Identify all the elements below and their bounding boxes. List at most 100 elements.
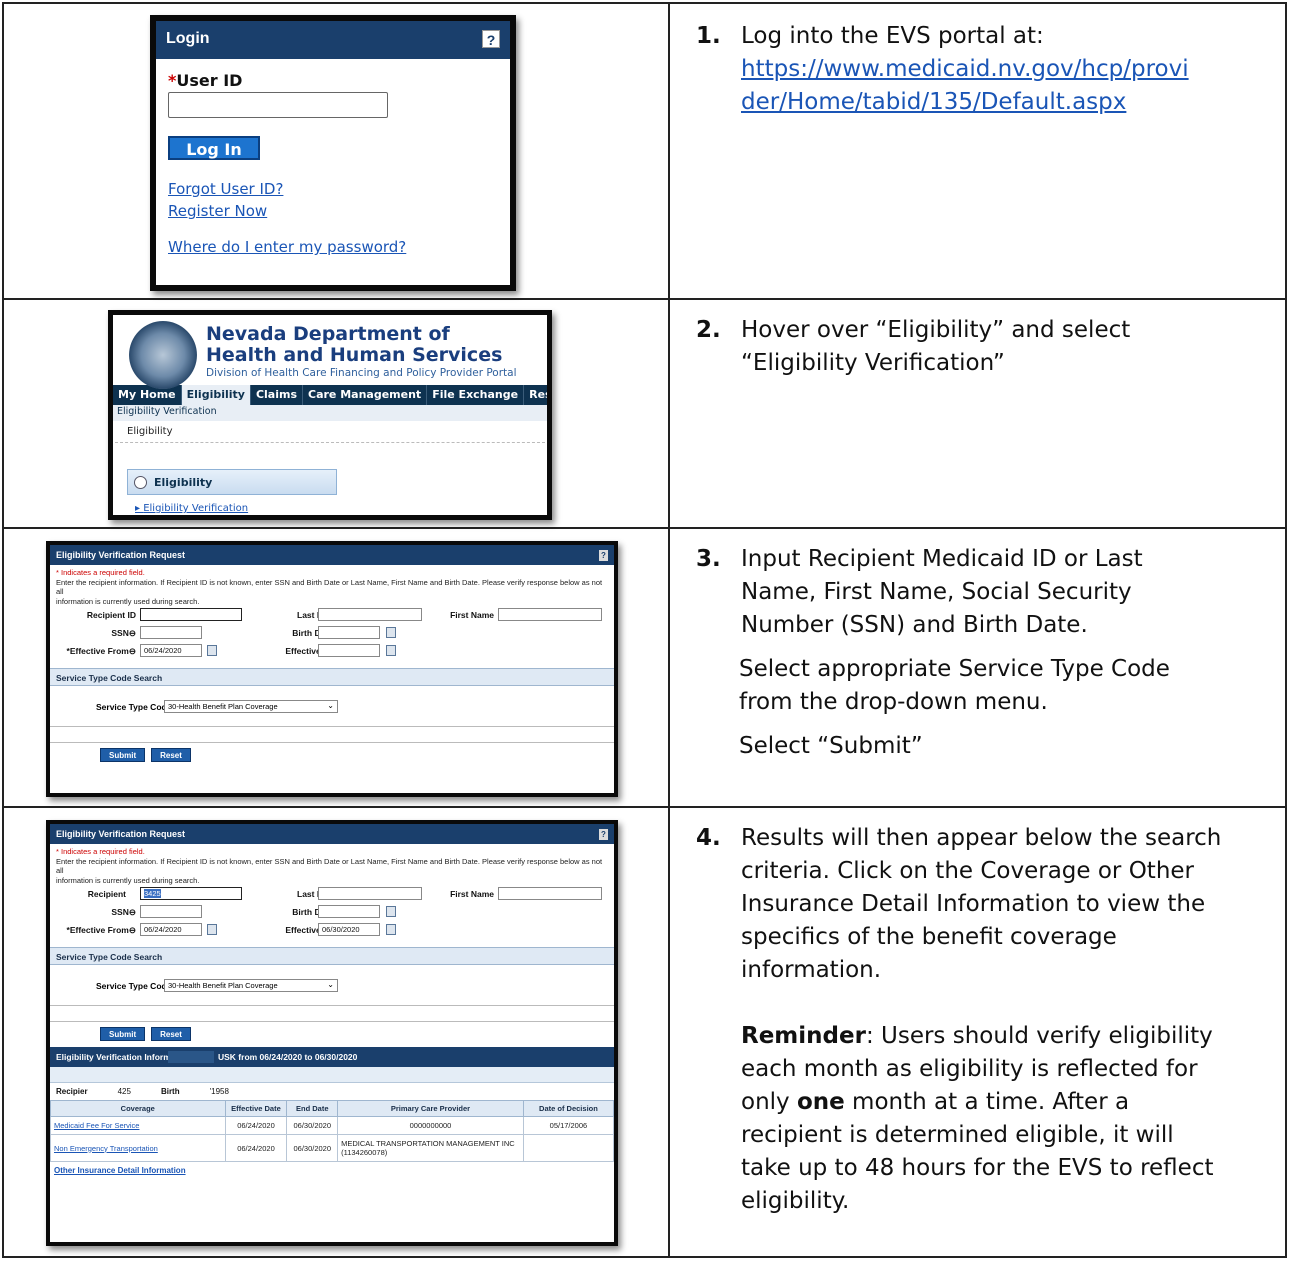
reset-button[interactable]: Reset: [151, 748, 191, 762]
stc-select[interactable]: 30-Health Benefit Plan Coverage ⌄: [164, 979, 338, 992]
link-line-1: https://www.medicaid.nv.gov/hcp/provi: [741, 56, 1189, 82]
forgot-user-id-link[interactable]: Forgot User ID?: [168, 180, 498, 198]
step-3-para-2-line-1: Select appropriate Service Type Code: [739, 656, 1170, 682]
step-1-text: Log into the EVS portal at:: [741, 23, 1044, 49]
coverage-link[interactable]: Non Emergency Transportation: [50, 1134, 226, 1162]
stc-select[interactable]: 30-Health Benefit Plan Coverage ⌄: [164, 700, 338, 713]
recipient-id-input[interactable]: 3425: [140, 887, 242, 900]
instructions-note: Enter the recipient information. If Reci…: [56, 577, 603, 597]
step-3-para-3: Select “Submit”: [739, 733, 923, 759]
col-primary-care-provider: Primary Care Provider: [337, 1100, 524, 1117]
log-in-button[interactable]: Log In: [168, 136, 260, 160]
nav-file-exchange[interactable]: File Exchange: [427, 385, 525, 405]
table-cell: 06/30/2020: [286, 1116, 339, 1135]
ssn-label: SSN⊖: [111, 907, 136, 917]
effective-from-label-text: *Effective From: [66, 646, 129, 656]
table-row: Non Emergency Transportation 06/24/2020 …: [50, 1134, 614, 1162]
nav-eligibility[interactable]: Eligibility: [181, 385, 251, 405]
table-cell: 05/17/2006: [522, 1116, 614, 1135]
submenu-eligibility-verification[interactable]: Eligibility Verification: [113, 405, 547, 421]
effective-from-input[interactable]: 06/24/2020: [140, 923, 202, 936]
eligibility-verification-link[interactable]: ▸ Eligibility Verification: [135, 503, 248, 514]
required-note: * Indicates a required field.: [56, 847, 145, 856]
first-name-input[interactable]: [498, 608, 602, 621]
recipient-id-value: 3425: [144, 889, 161, 898]
nevada-portal-screenshot: Nevada Department of Health and Human Se…: [108, 310, 552, 520]
ssn-input[interactable]: [140, 905, 202, 918]
help-icon[interactable]: ?: [482, 30, 500, 48]
last-name-input[interactable]: [318, 887, 422, 900]
required-note: * Indicates a required field.: [56, 568, 145, 577]
step-4-line-4: specifics of the benefit coverage: [741, 924, 1117, 950]
reminder-3a: only: [741, 1089, 797, 1115]
nav-claims[interactable]: Claims: [251, 385, 304, 405]
ev-request-title: Eligibility Verification Request: [56, 829, 186, 839]
reminder-text-1: : Users should verify eligibility: [865, 1023, 1213, 1049]
calendar-icon[interactable]: [386, 645, 396, 656]
other-insurance-link[interactable]: Other Insurance Detail Information: [50, 1162, 614, 1179]
help-icon[interactable]: ?: [599, 550, 608, 561]
calendar-icon[interactable]: [386, 906, 396, 917]
step-number: 1.: [696, 23, 721, 49]
calendar-icon[interactable]: [386, 924, 396, 935]
col-end-date: End Date: [286, 1100, 339, 1117]
step-1-text-cell: 1. Log into the EVS portal at: https://w…: [670, 4, 1285, 298]
calendar-icon[interactable]: [386, 627, 396, 638]
effective-from-input[interactable]: 06/24/2020: [140, 644, 202, 657]
reminder-label: Reminder: [741, 1023, 866, 1049]
step-3-text-cell: 3. Input Recipient Medicaid ID or Last N…: [670, 529, 1285, 806]
ssn-input[interactable]: [140, 626, 202, 639]
user-id-input[interactable]: [168, 92, 388, 118]
chevron-down-icon: ⌄: [327, 980, 334, 989]
submit-button[interactable]: Submit: [100, 1027, 146, 1041]
submit-button[interactable]: Submit: [100, 748, 146, 762]
step-4-text-cell: 4. Results will then appear below the se…: [670, 808, 1285, 1256]
reset-button[interactable]: Reset: [151, 1027, 191, 1041]
breadcrumb: Eligibility: [115, 421, 545, 443]
table-cell: 0000000000: [337, 1116, 524, 1135]
login-title: Login: [166, 30, 210, 47]
step-number: 3.: [696, 546, 721, 572]
password-help-link[interactable]: Where do I enter my password?: [168, 238, 498, 256]
step-4-line-3: Insurance Detail Information to view the: [741, 891, 1206, 917]
recipient-id-input[interactable]: [140, 608, 242, 621]
help-icon[interactable]: ?: [599, 829, 608, 840]
nav-care-management[interactable]: Care Management: [303, 385, 428, 405]
panel-title: Eligibility: [154, 476, 213, 489]
results-band: [50, 1067, 614, 1083]
col-date-of-decision: Date of Decision: [522, 1100, 614, 1117]
effective-to-input[interactable]: [318, 644, 380, 657]
login-header: Login ?: [156, 21, 510, 59]
first-name-input[interactable]: [498, 887, 602, 900]
step-4-image-cell: Eligibility Verification Request? * Indi…: [4, 808, 670, 1256]
recipient-id-label: Recipient ID: [86, 610, 136, 620]
effective-to-input[interactable]: 06/30/2020: [318, 923, 380, 936]
register-now-link[interactable]: Register Now: [168, 202, 498, 220]
stc-label: Service Type Code: [96, 702, 172, 712]
stc-selected: 30-Health Benefit Plan Coverage: [168, 981, 278, 990]
recipient-label: Recipier: [56, 1087, 88, 1096]
collapse-icon[interactable]: [134, 476, 147, 489]
evs-portal-link[interactable]: https://www.medicaid.nv.gov/hcp/provi de…: [741, 53, 1273, 119]
step-3-para-2: Select appropriate Service Type Code fro…: [739, 653, 1273, 719]
reminder-3b: one: [796, 1089, 845, 1115]
calendar-icon[interactable]: [207, 645, 217, 656]
nav-my-home[interactable]: My Home: [113, 385, 182, 405]
eligibility-panel[interactable]: Eligibility: [127, 469, 337, 495]
birth-date-input[interactable]: [318, 905, 380, 918]
step-row-3: Eligibility Verification Request? * Indi…: [4, 529, 1285, 808]
birth-date-input[interactable]: [318, 626, 380, 639]
step-number: 4.: [696, 825, 721, 851]
coverage-link[interactable]: Medicaid Fee For Service: [50, 1116, 226, 1135]
step-4-line-5: information.: [741, 957, 882, 983]
recipient-value: 425: [117, 1087, 131, 1096]
ssn-label-text: SSN: [111, 628, 129, 638]
instruction-table: Login ? *User ID Log In Forgot User ID? …: [2, 2, 1287, 1258]
user-id-label: *User ID: [168, 71, 498, 90]
calendar-icon[interactable]: [207, 924, 217, 935]
last-name-input[interactable]: [318, 608, 422, 621]
col-coverage: Coverage: [50, 1100, 226, 1117]
nav-resources[interactable]: Resources: [524, 385, 547, 405]
table-cell: 06/24/2020: [224, 1116, 288, 1135]
step-number: 2.: [696, 317, 721, 343]
